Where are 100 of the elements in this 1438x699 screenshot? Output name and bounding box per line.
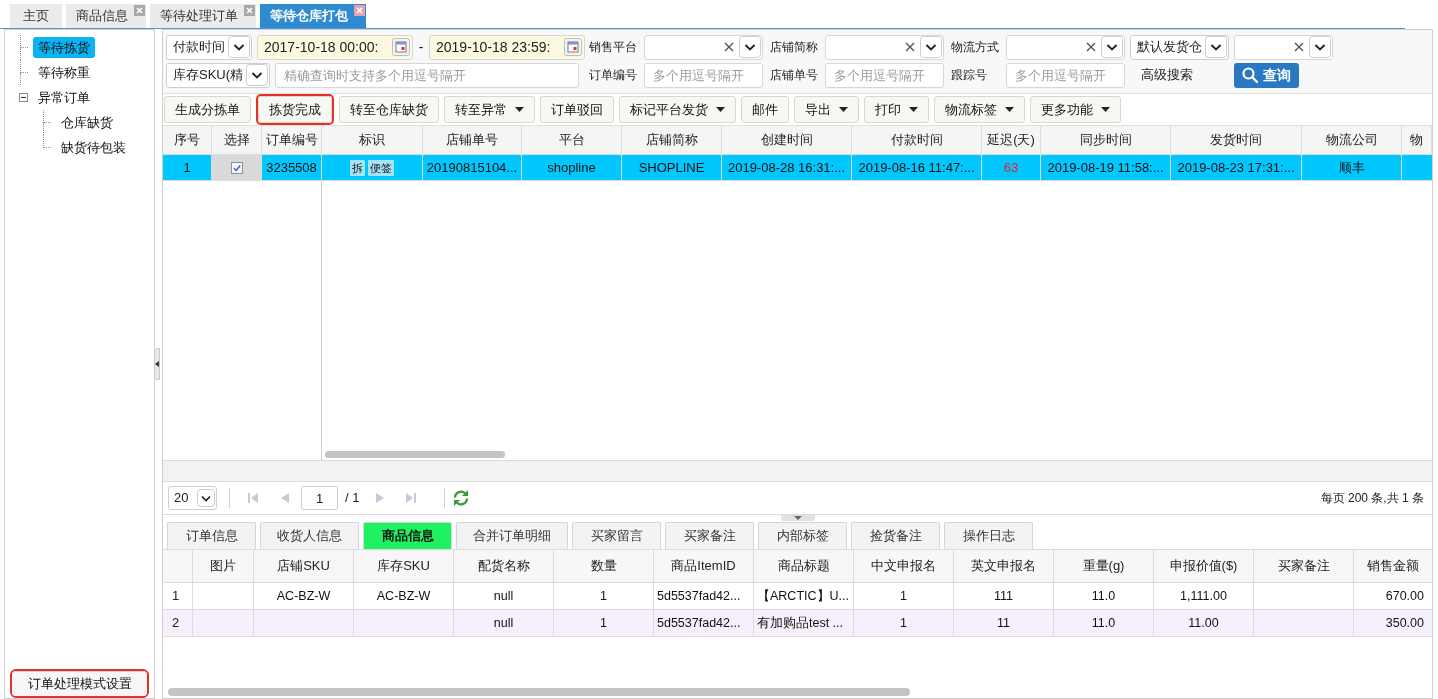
tab[interactable]: 主页 bbox=[10, 4, 62, 28]
toolbar-button[interactable]: 生成分拣单 bbox=[164, 96, 251, 123]
toolbar-button[interactable]: 更多功能 bbox=[1030, 96, 1121, 123]
calendar-icon[interactable] bbox=[392, 38, 410, 56]
toolbar-button[interactable]: 导出 bbox=[794, 96, 859, 123]
clear-icon[interactable] bbox=[1086, 42, 1096, 52]
horizontal-scrollbar-thumb[interactable] bbox=[325, 450, 505, 458]
tree-item[interactable]: 等待称重 bbox=[33, 62, 95, 83]
toolbar-button[interactable]: 拣货完成 bbox=[258, 96, 332, 123]
table-row[interactable]: 1 3235508 bbox=[163, 155, 321, 181]
column-header: 重量(g) bbox=[1054, 550, 1154, 582]
text-field[interactable]: 多个用逗号隔开 bbox=[1006, 62, 1125, 88]
tab[interactable]: 订单信息 bbox=[167, 522, 256, 549]
page-size-select[interactable]: 20 bbox=[168, 486, 217, 510]
text-field[interactable]: 多个用逗号隔开 bbox=[644, 62, 763, 88]
panel-resize-handle[interactable] bbox=[780, 515, 815, 521]
table-cell: 5d5537fad42... bbox=[654, 610, 754, 636]
calendar-icon[interactable] bbox=[564, 38, 582, 56]
settings-button[interactable]: 订单处理模式设置 bbox=[12, 671, 147, 696]
tab[interactable]: 商品信息 bbox=[363, 522, 452, 549]
combo-field[interactable] bbox=[644, 34, 763, 60]
tab[interactable]: 等待仓库打包 bbox=[260, 4, 366, 28]
chevron-down-icon[interactable] bbox=[1309, 36, 1331, 58]
tab[interactable]: 等待处理订单 bbox=[150, 4, 256, 28]
dropdown-select[interactable]: 默认发货仓 bbox=[1130, 34, 1229, 60]
date-field[interactable]: 2019-10-18 23:59: bbox=[429, 34, 585, 60]
row-number: 2 bbox=[163, 610, 193, 636]
dropdown-select[interactable]: 付款时间 bbox=[166, 34, 252, 60]
chevron-down-icon[interactable] bbox=[920, 36, 942, 58]
table-cell: 5d5537fad42... bbox=[654, 583, 754, 609]
column-header: 数量 bbox=[554, 550, 654, 582]
chevron-down-icon[interactable] bbox=[197, 489, 215, 507]
combo-field[interactable] bbox=[1006, 34, 1125, 60]
toolbar-button[interactable]: 标记平台发货 bbox=[619, 96, 736, 123]
column-header: 商品ItemID bbox=[654, 550, 754, 582]
column-header: 库存SKU bbox=[354, 550, 454, 582]
table-cell: 2019-08-23 17:31:... bbox=[1171, 155, 1302, 180]
tab[interactable]: 买家备注 bbox=[665, 522, 754, 549]
field-label: 店铺单号 bbox=[769, 67, 819, 84]
tab[interactable]: 收货人信息 bbox=[260, 522, 359, 549]
tree-item[interactable]: 等待拣货 bbox=[33, 37, 95, 58]
tree-item[interactable]: 异常订单 bbox=[33, 87, 95, 108]
column-header: 商品标题 bbox=[754, 550, 854, 582]
chevron-down-icon[interactable] bbox=[246, 64, 269, 86]
chevron-down-icon[interactable] bbox=[1101, 36, 1123, 58]
chevron-down-icon[interactable] bbox=[1205, 36, 1227, 58]
range-separator: - bbox=[418, 37, 424, 57]
table-cell: 20190815104... bbox=[423, 155, 522, 180]
tab[interactable]: 捡货备注 bbox=[851, 522, 940, 549]
checkbox[interactable] bbox=[230, 161, 243, 174]
table-cell: AC-BZ-W bbox=[254, 583, 354, 609]
sidebar-collapse-handle[interactable] bbox=[154, 348, 160, 380]
table-row[interactable]: 2 null 1 5d5537fad42... 有加购品test ... 1 11 11.0 11.00 350.00 bbox=[163, 610, 1432, 637]
refresh-icon[interactable] bbox=[452, 489, 471, 507]
tree-item[interactable]: 仓库缺货 bbox=[56, 112, 118, 133]
table-cell: shopline bbox=[522, 155, 622, 180]
tree-item[interactable]: 缺货待包装 bbox=[56, 137, 131, 158]
table-row[interactable]: 1 AC-BZ-W AC-BZ-W null 1 5d5537fad42... 【ARCTIC】U... 1 111 11.0 1,111.00 670.00 bbox=[163, 583, 1432, 610]
horizontal-scrollbar-thumb[interactable] bbox=[168, 687, 910, 696]
column-header: 选择 bbox=[212, 126, 262, 155]
tab[interactable]: 操作日志 bbox=[944, 522, 1033, 549]
tab[interactable]: 合并订单明细 bbox=[456, 522, 568, 549]
tab[interactable]: 内部标签 bbox=[758, 522, 847, 549]
tab[interactable]: 买家留言 bbox=[572, 522, 661, 549]
toolbar-button[interactable]: 转至异常 bbox=[444, 96, 535, 123]
text-field[interactable]: 多个用逗号隔开 bbox=[825, 62, 944, 88]
date-field[interactable]: 2017-10-18 00:00: bbox=[257, 34, 413, 60]
column-header: 同步时间 bbox=[1041, 126, 1171, 155]
advanced-search-link[interactable]: 高级搜索 bbox=[1130, 65, 1229, 85]
column-header: 订单编号 bbox=[262, 126, 322, 155]
column-header: 平台 bbox=[522, 126, 622, 155]
search-button[interactable]: 查询 bbox=[1234, 62, 1299, 88]
column-header: 店铺SKU bbox=[254, 550, 354, 582]
clear-icon[interactable] bbox=[905, 42, 915, 52]
table-cell: null bbox=[454, 610, 554, 636]
table-row[interactable]: 拆 便签 20190815104... shopline SHOPLINE 2019-08-28 16:31:... 2019-08-16 11:47:... 63 2019-08-19 11:58:... 2019-08-23 17:31:... 顺丰 bbox=[322, 155, 1432, 181]
clear-icon[interactable] bbox=[1294, 42, 1304, 52]
toolbar-button[interactable]: 订单驳回 bbox=[540, 96, 614, 123]
combo-field[interactable] bbox=[825, 34, 944, 60]
chevron-down-icon[interactable] bbox=[228, 36, 250, 58]
dropdown-select[interactable]: 库存SKU(精 bbox=[166, 62, 271, 88]
field-label: 销售平台 bbox=[588, 39, 638, 56]
page-number-field[interactable]: 1 bbox=[301, 486, 338, 510]
toolbar-button[interactable]: 物流标签 bbox=[934, 96, 1025, 123]
toolbar-button[interactable]: 邮件 bbox=[741, 96, 789, 123]
text-field[interactable]: 精确查询时支持多个用逗号隔开 bbox=[275, 62, 579, 88]
table-cell-text: 350.00 bbox=[1384, 614, 1425, 632]
column-header: 延迟(天) bbox=[982, 126, 1041, 155]
chevron-down-icon[interactable] bbox=[739, 36, 761, 58]
clear-icon[interactable] bbox=[724, 42, 734, 52]
column-header: 付款时间 bbox=[852, 126, 982, 155]
collapse-toggle-icon[interactable] bbox=[19, 93, 28, 102]
tab[interactable]: 商品信息 bbox=[66, 4, 146, 28]
toolbar-button[interactable]: 转至仓库缺货 bbox=[339, 96, 439, 123]
toolbar-button[interactable]: 打印 bbox=[864, 96, 929, 123]
table-cell: 2019-08-19 11:58:... bbox=[1041, 155, 1171, 180]
combo-field[interactable] bbox=[1234, 34, 1333, 60]
field-label: 跟踪号 bbox=[950, 67, 988, 84]
table-cell: null bbox=[454, 583, 554, 609]
table-cell: 2019-08-16 11:47:... bbox=[852, 155, 982, 180]
